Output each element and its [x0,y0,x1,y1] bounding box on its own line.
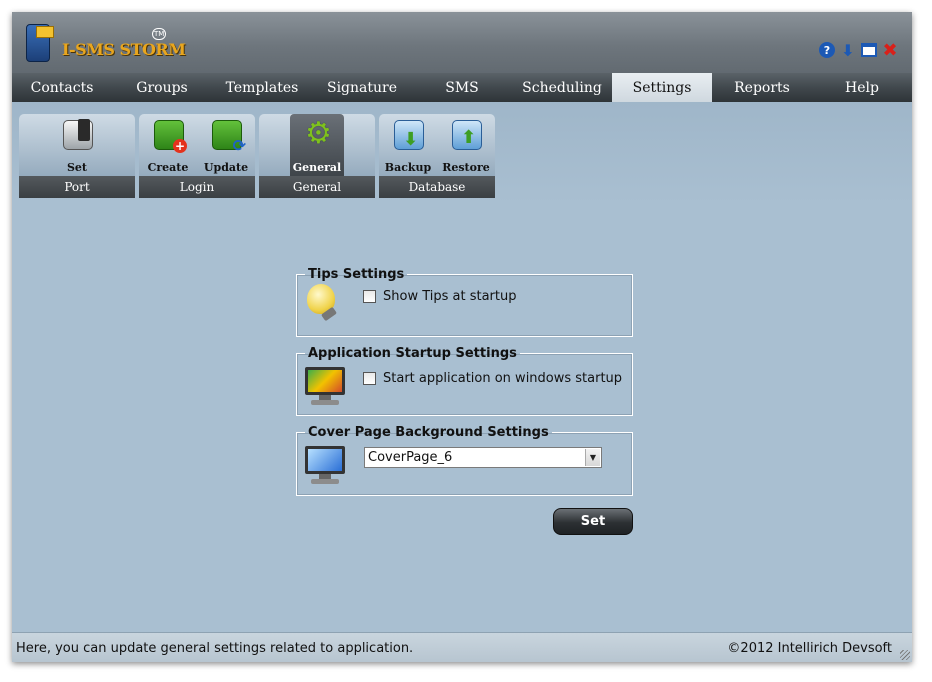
title-bar: I-SMS STORM TM ? ⬇ ✖ [12,12,912,73]
download-icon[interactable]: ⬇ [840,41,856,60]
status-text: Here, you can update general settings re… [16,641,414,656]
logo-text: I-SMS STORM [62,40,186,59]
general-group: General General [259,114,375,198]
trademark-mark: TM [152,28,167,40]
lightbulb-icon [307,284,335,314]
port-group-label: Port [19,176,135,198]
startup-settings-legend: Application Startup Settings [308,346,517,361]
close-icon[interactable]: ✖ [882,40,898,61]
gear-icon [303,116,333,151]
create-login-icon [154,120,187,153]
startup-settings: Application Startup Settings Start appli… [296,346,633,416]
settings-toolbar: Set Port Create Update Login [12,102,912,204]
menu-settings[interactable]: Settings [612,73,712,102]
show-tips-checkbox[interactable] [363,290,376,303]
general-settings-button[interactable]: General [290,114,344,176]
resize-grip-icon[interactable] [900,650,910,660]
main-menu: Contacts Groups Templates Signature SMS … [12,73,912,102]
chevron-down-icon[interactable]: ▼ [585,449,600,466]
monitor-icon [305,446,345,484]
login-group: Create Update Login [139,114,255,198]
menu-sms[interactable]: SMS [412,73,512,102]
update-login-icon [212,120,246,155]
general-settings-label: General [292,161,342,174]
menu-groups[interactable]: Groups [112,73,212,102]
start-on-windows-label: Start application on windows startup [383,371,623,386]
cover-page-settings: Cover Page Background Settings CoverPage… [296,425,633,496]
help-icon[interactable]: ? [819,42,835,58]
set-port-button[interactable]: Set [50,114,104,176]
update-login-button[interactable]: Update [199,114,253,176]
phone-icon [63,119,93,150]
update-login-label: Update [203,161,249,174]
minimize-icon[interactable] [861,43,877,57]
create-login-button[interactable]: Create [141,114,195,176]
cover-page-value: CoverPage_6 [368,450,453,465]
tips-settings-legend: Tips Settings [308,267,405,282]
backup-button[interactable]: Backup [381,114,435,176]
backup-icon [394,120,424,150]
app-logo: I-SMS STORM TM [26,22,186,68]
cover-page-legend: Cover Page Background Settings [308,425,549,440]
general-group-label: General [259,176,375,198]
backup-label: Backup [384,161,432,174]
start-on-windows-option[interactable]: Start application on windows startup [363,371,622,386]
show-tips-label: Show Tips at startup [383,289,517,304]
database-group-label: Database [379,176,495,198]
window-controls: ? ⬇ ✖ [819,40,898,61]
envelope-logo-icon [36,26,54,38]
tips-settings: Tips Settings Show Tips at startup [296,267,633,337]
set-port-label: Set [66,161,88,174]
port-group: Set Port [19,114,135,198]
menu-templates[interactable]: Templates [212,73,312,102]
cover-page-select[interactable]: CoverPage_6 ▼ [364,447,602,468]
menu-signature[interactable]: Signature [312,73,412,102]
status-bar: Here, you can update general settings re… [12,632,912,662]
login-group-label: Login [139,176,255,198]
set-button[interactable]: Set [553,508,633,535]
computer-icon [305,367,345,405]
start-on-windows-checkbox[interactable] [363,372,376,385]
restore-button[interactable]: Restore [439,114,493,176]
menu-reports[interactable]: Reports [712,73,812,102]
copyright-text: ©2012 Intellirich Devsoft [727,641,892,656]
menu-scheduling[interactable]: Scheduling [512,73,612,102]
menu-help[interactable]: Help [812,73,912,102]
restore-icon [452,120,482,150]
show-tips-option[interactable]: Show Tips at startup [363,289,517,304]
app-window: I-SMS STORM TM ? ⬇ ✖ Contacts Groups Tem… [12,12,912,662]
restore-label: Restore [442,161,490,174]
create-login-label: Create [147,161,189,174]
database-group: Backup Restore Database [379,114,495,198]
menu-contacts[interactable]: Contacts [12,73,112,102]
